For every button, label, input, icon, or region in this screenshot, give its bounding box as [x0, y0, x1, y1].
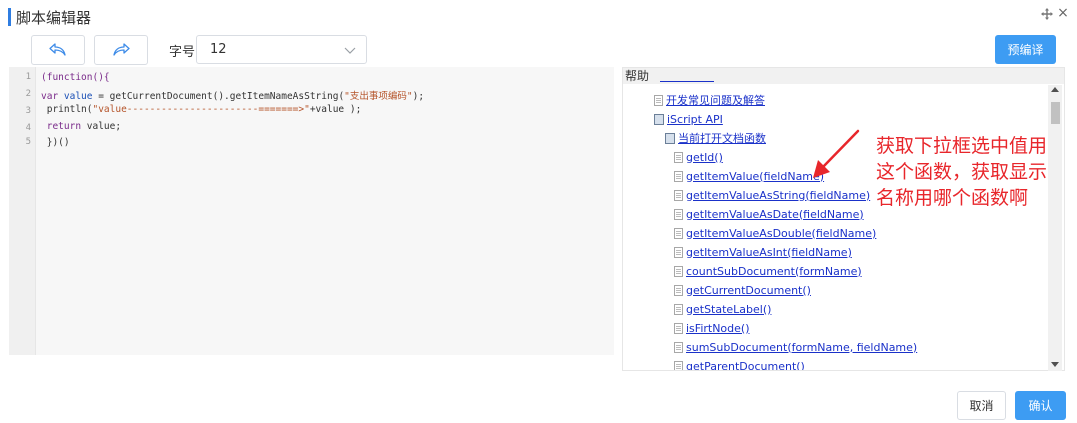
scroll-down-icon[interactable] [1051, 362, 1059, 367]
help-tree-link[interactable]: iScript API [667, 113, 723, 126]
help-tree-link[interactable]: getStateLabel() [686, 303, 771, 316]
code-token: })() [41, 137, 70, 148]
code-token: "value-----------------------=======>" [92, 104, 310, 115]
close-icon[interactable]: × [1057, 6, 1069, 20]
help-tree-item[interactable]: getItemValue(fieldName) [674, 168, 824, 184]
chevron-down-icon [344, 47, 356, 54]
page-icon [674, 151, 683, 163]
help-tree-item[interactable]: isFirtNode() [674, 320, 750, 336]
help-tree-item[interactable]: 当前打开文档函数 [665, 130, 766, 146]
annotation-line: 名称用哪个函数啊 [876, 187, 1029, 209]
page-icon [674, 303, 683, 315]
dialog-title-bar: 脚本编辑器 [8, 7, 91, 27]
help-tree-link[interactable]: getItemValueAsString(fieldName) [686, 189, 870, 202]
annotation-text: 获取下拉框选中值用 这个函数，获取显示 名称用哪个函数啊 [876, 133, 1076, 211]
code-token: value; [86, 121, 122, 132]
cancel-button[interactable]: 取消 [957, 391, 1006, 420]
help-tree-link[interactable]: getItemValueAsInt(fieldName) [686, 246, 852, 259]
book-icon [654, 113, 664, 125]
scroll-up-icon[interactable] [1051, 87, 1059, 92]
code-line: (function(){ [41, 72, 110, 83]
line-number-gutter: 1 2 3 4 5 [9, 67, 36, 355]
help-tree-item[interactable]: getItemValueAsInt(fieldName) [674, 244, 852, 260]
code-token: (function(){ [41, 72, 110, 83]
partial-link[interactable] [660, 74, 714, 82]
page-icon [674, 227, 683, 239]
line-number: 3 [25, 106, 31, 116]
scroll-thumb[interactable] [1051, 102, 1060, 124]
help-tree-item[interactable]: getCurrentDocument() [674, 282, 811, 298]
code-line: })() [41, 137, 70, 148]
help-tree-link[interactable]: 开发常见问题及解答 [666, 92, 765, 108]
code-token: +value ); [309, 104, 362, 115]
precompile-button[interactable]: 预编译 [995, 35, 1056, 64]
help-tree-item[interactable]: getItemValueAsDouble(fieldName) [674, 225, 876, 241]
code-token: = getCurrentDocument().getItemNameAsStri… [92, 91, 345, 102]
code-editor[interactable]: 1 2 3 4 5 (function(){ var value = getCur… [9, 67, 614, 355]
help-tree-item[interactable]: getItemValueAsDate(fieldName) [674, 206, 864, 222]
code-token: ); [412, 91, 425, 102]
font-size-label: 字号 [169, 45, 196, 60]
font-size-value: 12 [210, 42, 227, 57]
help-tree-link[interactable]: getCurrentDocument() [686, 284, 811, 297]
move-icon[interactable] [1041, 8, 1053, 20]
help-tree-link[interactable]: getItemValueAsDouble(fieldName) [686, 227, 876, 240]
page-icon [674, 208, 683, 220]
annotation-line: 获取下拉框选中值用 [876, 135, 1048, 157]
page-icon [674, 322, 683, 334]
redo-button[interactable] [94, 35, 148, 65]
font-size-select[interactable]: 12 [196, 35, 367, 64]
page-icon [674, 189, 683, 201]
help-tree-item[interactable]: countSubDocument(formName) [674, 263, 862, 279]
page-icon [674, 246, 683, 258]
help-tree-link[interactable]: countSubDocument(formName) [686, 265, 862, 278]
code-token: return [41, 121, 87, 132]
code-token: var [41, 91, 64, 102]
help-panel: 帮助 开发常见问题及解答 iScript API 当前打开文档函数 getId() ge… [622, 67, 1065, 371]
help-tree-link[interactable]: 当前打开文档函数 [678, 130, 766, 146]
code-token: "支出事项编码" [344, 91, 413, 102]
page-icon [674, 170, 683, 182]
confirm-button[interactable]: 确认 [1015, 391, 1066, 420]
page-icon [674, 284, 683, 296]
redo-icon [113, 43, 130, 56]
help-scrollbar[interactable] [1048, 85, 1062, 371]
help-tree-item[interactable]: getItemValueAsString(fieldName) [674, 187, 870, 203]
code-token: value [63, 91, 93, 102]
book-icon [665, 132, 675, 144]
help-tree-item[interactable]: 开发常见问题及解答 [654, 92, 765, 108]
undo-icon [49, 43, 66, 56]
help-tree-link[interactable]: getId() [686, 151, 723, 164]
line-number: 4 [25, 123, 31, 133]
page-icon [674, 265, 683, 277]
annotation-line: 这个函数，获取显示 [876, 161, 1048, 183]
help-tree-item[interactable]: sumSubDocument(formName, fieldName) [674, 339, 917, 355]
help-tree-link[interactable]: getParentDocument() [686, 360, 805, 371]
help-tree-link[interactable]: isFirtNode() [686, 322, 750, 335]
help-tree-item[interactable]: getStateLabel() [674, 301, 771, 317]
code-line: return value; [41, 121, 121, 132]
page-icon [654, 94, 663, 106]
line-number: 5 [25, 137, 31, 147]
help-tree-item[interactable]: getParentDocument() [674, 358, 805, 371]
page-icon [674, 360, 683, 370]
help-tree-item[interactable]: getId() [674, 149, 723, 165]
line-number: 2 [25, 89, 31, 99]
title-accent [8, 8, 11, 26]
help-tree-link[interactable]: sumSubDocument(formName, fieldName) [686, 341, 917, 354]
annotation-arrow-icon [813, 129, 860, 178]
help-tree-link[interactable]: getItemValue(fieldName) [686, 170, 824, 183]
code-token: println( [41, 104, 93, 115]
help-tree-item[interactable]: iScript API [654, 111, 723, 127]
code-line: var value = getCurrentDocument().getItem… [41, 88, 424, 102]
line-number: 1 [25, 72, 31, 82]
help-tree-link[interactable]: getItemValueAsDate(fieldName) [686, 208, 864, 221]
code-line: println("value-----------------------===… [41, 104, 362, 115]
page-icon [674, 341, 683, 353]
dialog-title: 脚本编辑器 [16, 8, 92, 27]
undo-button[interactable] [31, 35, 85, 65]
